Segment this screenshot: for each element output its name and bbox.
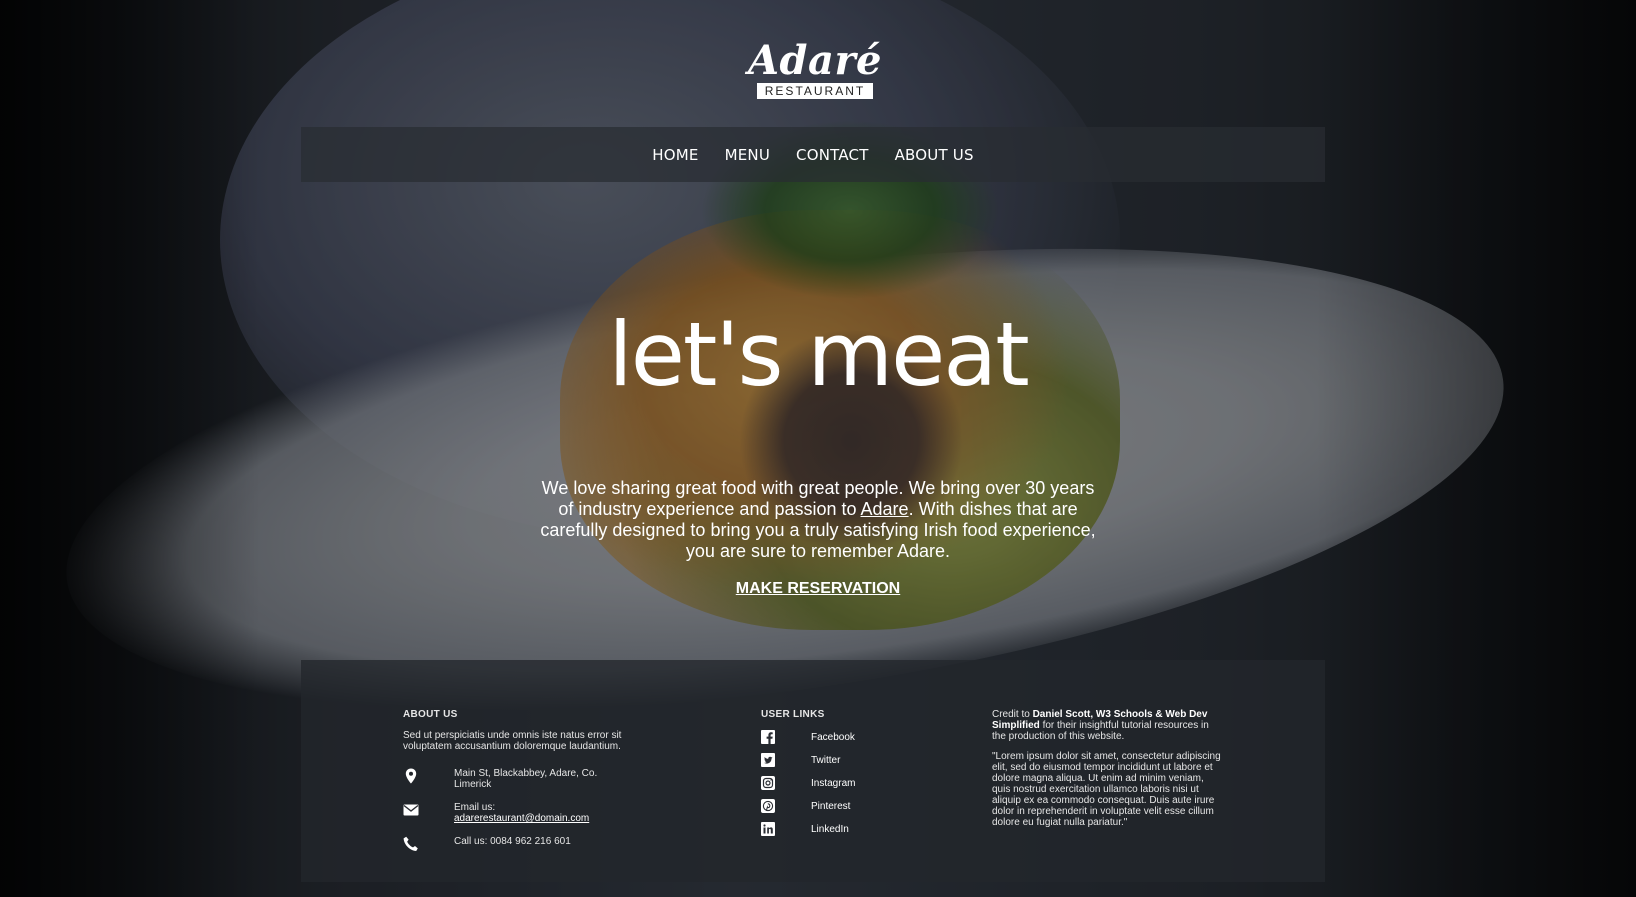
credit-text: Credit to Daniel Scott, W3 Schools & Web… [992,709,1224,742]
footer-credit-column: Credit to Daniel Scott, W3 Schools & Web… [992,709,1224,837]
social-link-linkedin[interactable]: LinkedIn [761,822,921,836]
address-row: Main St, Blackabbey, Adare, Co. Limerick [403,768,633,790]
social-link-pinterest[interactable]: Pinterest [761,799,921,813]
twitter-label: Twitter [811,754,841,766]
adare-link[interactable]: Adare [861,499,909,519]
social-link-twitter[interactable]: Twitter [761,753,921,767]
location-pin-icon [403,768,419,784]
envelope-icon [403,802,419,818]
footer-about-column: ABOUT US Sed ut perspiciatis unde omnis … [403,709,633,864]
site-logo[interactable]: Adaré RESTAURANT [745,40,885,100]
footer: ABOUT US Sed ut perspiciatis unde omnis … [301,660,1325,882]
facebook-label: Facebook [811,731,855,743]
credit-quote: "Lorem ipsum dolor sit amet, consectetur… [992,751,1221,828]
footer-links-title: USER LINKS [761,709,825,720]
footer-about-title: ABOUT US [403,709,458,720]
hero-title: let's meat [608,303,1029,406]
email-link[interactable]: adarerestaurant@domain.com [454,813,589,824]
credit-prefix: Credit to [992,709,1033,720]
pinterest-icon [761,799,775,813]
social-link-facebook[interactable]: Facebook [761,730,921,744]
nav-about-us[interactable]: ABOUT US [895,146,974,164]
cta-container: MAKE RESERVATION [0,580,1636,598]
twitter-icon [761,753,775,767]
logo-subtitle: RESTAURANT [756,83,874,99]
linkedin-icon [761,822,775,836]
social-link-instagram[interactable]: Instagram [761,776,921,790]
instagram-label: Instagram [811,777,856,789]
nav-home[interactable]: HOME [652,146,698,164]
phone-icon [403,836,419,852]
nav-contact[interactable]: CONTACT [796,146,869,164]
hero-description: We love sharing great food with great pe… [535,478,1101,562]
pinterest-label: Pinterest [811,800,851,812]
footer-about-text: Sed ut perspiciatis unde omnis iste natu… [403,730,622,752]
email-label: Email us: [454,802,496,813]
phone-row: Call us: 0084 962 216 601 [403,836,633,852]
email-row: Email us: adarerestaurant@domain.com [403,802,633,824]
instagram-icon [761,776,775,790]
facebook-icon [761,730,775,744]
email-block: Email us: adarerestaurant@domain.com [454,802,589,824]
main-nav: HOME MENU CONTACT ABOUT US [301,127,1325,182]
phone-text: Call us: 0084 962 216 601 [454,836,571,847]
logo-name: Adaré [748,37,882,84]
address-text: Main St, Blackabbey, Adare, Co. Limerick [454,768,598,790]
nav-menu[interactable]: MENU [725,146,770,164]
footer-links-column: USER LINKS Facebook Twitter Instagram Pi… [761,709,921,845]
make-reservation-link[interactable]: MAKE RESERVATION [736,580,900,597]
linkedin-label: LinkedIn [811,823,849,835]
